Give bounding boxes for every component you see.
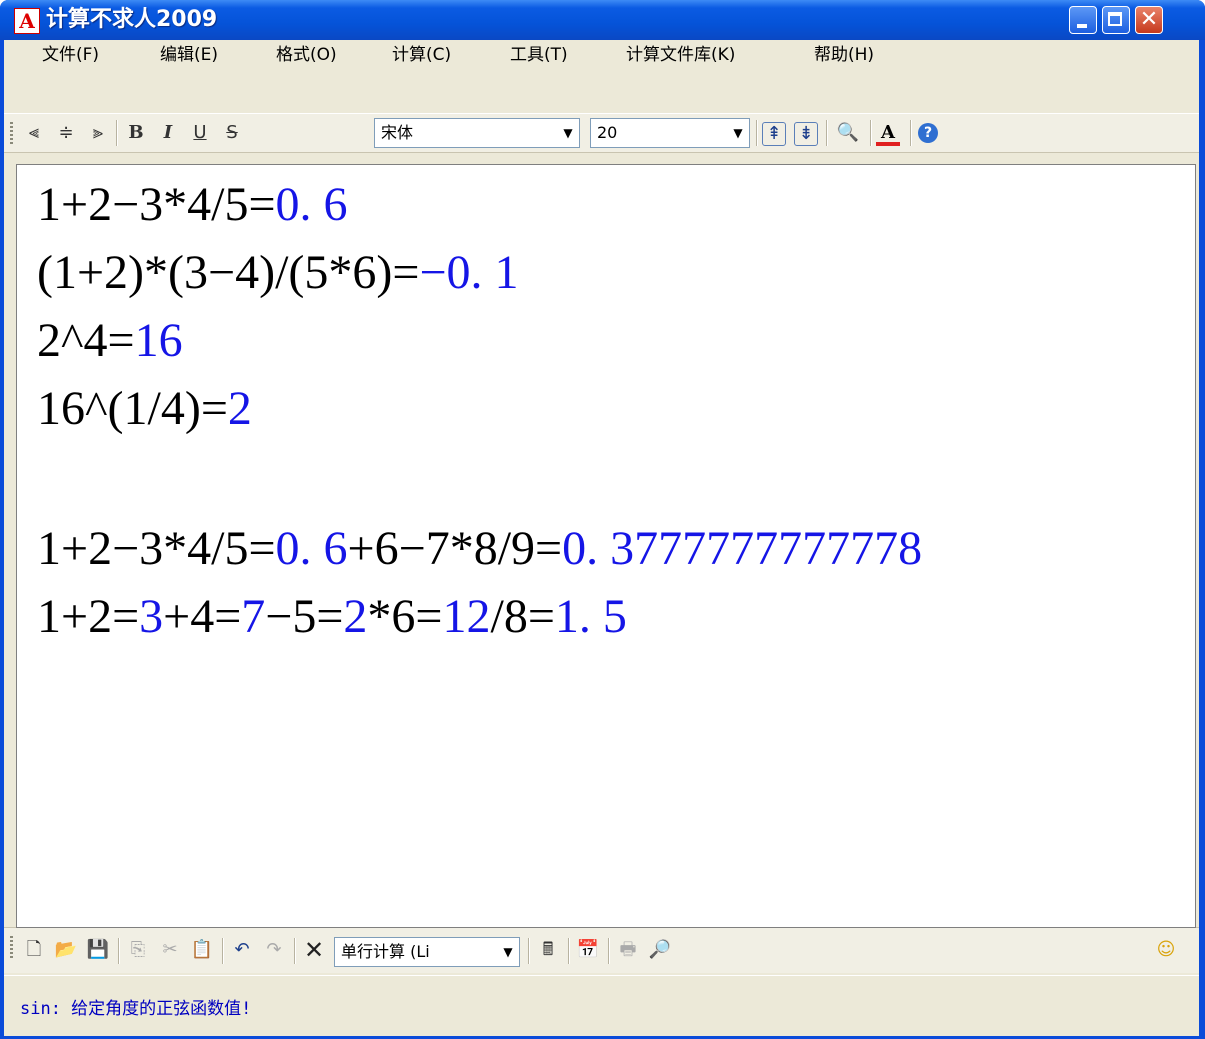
expression-result: 12 xyxy=(442,590,491,643)
expression-result: 7 xyxy=(241,590,266,643)
expression-result: 2 xyxy=(227,382,252,435)
expression-line: 1+2−3*4/5=0. 6+6−7*8/9=0. 3777777777778 xyxy=(37,521,922,581)
calc-mode-value: 单行计算 (Li xyxy=(341,942,430,961)
toolbar-separator xyxy=(568,938,570,964)
help-icon[interactable]: ? xyxy=(918,123,938,143)
align-left-icon[interactable]: ⫷ xyxy=(22,120,46,146)
strikethrough-button[interactable]: S xyxy=(220,120,244,146)
expression-result: 16 xyxy=(134,314,183,367)
window-title: 计算不求人2009 xyxy=(46,7,218,32)
close-button[interactable]: ✕ xyxy=(1135,6,1163,34)
menu-bar: 文件(F) 编辑(E) 格式(O) 计算(C) 工具(T) 计算文件库(K) 帮… xyxy=(4,40,1199,74)
save-icon[interactable]: 💾 xyxy=(86,937,110,963)
expression-result: 0. 6 xyxy=(275,178,348,231)
align-right-icon[interactable]: ⫸ xyxy=(86,120,110,146)
calculator-icon[interactable]: 🖩 xyxy=(536,937,560,963)
expression-line: 2^4=16 xyxy=(37,313,183,373)
font-size-select[interactable]: 20 ▼ xyxy=(590,118,750,148)
toolbar-separator xyxy=(118,938,120,964)
file-toolbar: 🗋 📂 💾 ⎘ ✂ 📋 ↶ ↷ ✕ 单行计算 (Li ▼ 🖩 📅 🖶 🔎 ☺ xyxy=(4,927,1199,973)
paste-icon[interactable]: 📋 xyxy=(190,937,214,963)
expression-line: 1+2−3*4/5=0. 6 xyxy=(37,177,348,237)
expression-result: 0. 3777777777778 xyxy=(562,522,923,575)
new-file-icon[interactable]: 🗋 xyxy=(22,937,46,963)
chevron-down-icon[interactable]: ▼ xyxy=(727,119,749,147)
close-icon: ✕ xyxy=(1139,7,1159,32)
expression-line: (1+2)*(3−4)/(5*6)=−0. 1 xyxy=(37,245,519,305)
expression-result: 1. 5 xyxy=(554,590,627,643)
expression-line: 1+2=3+4=7−5=2*6=12/8=1. 5 xyxy=(37,589,627,649)
minimize-button[interactable] xyxy=(1069,6,1097,34)
bold-button[interactable]: B xyxy=(124,120,148,146)
menu-edit[interactable]: 编辑(E) xyxy=(160,40,218,74)
scroll-down-icon[interactable]: ⇟ xyxy=(794,122,818,146)
expression-text: 2^4= xyxy=(37,314,135,367)
expression-text: −5= xyxy=(265,590,344,643)
expression-text: +4= xyxy=(163,590,242,643)
align-center-icon[interactable]: ≑ xyxy=(54,120,78,146)
toolbar-separator xyxy=(910,120,912,146)
menu-library[interactable]: 计算文件库(K) xyxy=(626,40,735,74)
maximize-button[interactable] xyxy=(1102,6,1130,34)
smiley-icon[interactable]: ☺ xyxy=(1154,937,1178,963)
underline-button[interactable]: U xyxy=(188,120,212,146)
menu-format[interactable]: 格式(O) xyxy=(276,40,337,74)
toolbar-grip[interactable] xyxy=(10,122,13,146)
open-folder-icon[interactable]: 📂 xyxy=(54,937,78,963)
toolbar-separator xyxy=(528,938,530,964)
expression-result: 3 xyxy=(139,590,164,643)
redo-icon[interactable]: ↷ xyxy=(262,937,286,963)
cut-icon[interactable]: ✂ xyxy=(158,937,182,963)
font-name-value: 宋体 xyxy=(381,123,414,142)
print-preview-icon[interactable]: 🔎 xyxy=(648,937,672,963)
expression-text: 1+2= xyxy=(37,590,140,643)
expression-result: −0. 1 xyxy=(419,246,519,299)
expression-text: *6= xyxy=(367,590,443,643)
toolbar-separator xyxy=(222,938,224,964)
format-toolbar: ⫷ ≑ ⫸ B I U S 宋体 ▼ 20 ▼ ⇞ ⇟ 🔍 A ? xyxy=(4,113,1199,153)
menu-compute[interactable]: 计算(C) xyxy=(392,40,451,74)
calendar-icon[interactable]: 📅 xyxy=(576,937,600,963)
expression-line: 16^(1/4)=2 xyxy=(37,381,252,441)
calc-mode-select[interactable]: 单行计算 (Li ▼ xyxy=(334,937,520,967)
toolbar-grip[interactable] xyxy=(10,936,13,960)
expression-text: 16^(1/4)= xyxy=(37,382,228,435)
toolbar-separator xyxy=(116,120,118,146)
menu-help[interactable]: 帮助(H) xyxy=(814,40,874,74)
italic-button[interactable]: I xyxy=(156,120,180,146)
expression-text: /8= xyxy=(490,590,555,643)
toolbar-separator xyxy=(870,120,872,146)
status-message: sin: 给定角度的正弦函数值! xyxy=(20,999,252,1019)
undo-icon[interactable]: ↶ xyxy=(230,937,254,963)
expression-text: (1+2)*(3−4)/(5*6)= xyxy=(37,246,420,299)
expression-text: 1+2−3*4/5= xyxy=(37,178,276,231)
toolbar-separator xyxy=(756,120,758,146)
expression-text: +6−7*8/9= xyxy=(347,522,563,575)
title-bar[interactable]: A 计算不求人2009 ✕ xyxy=(0,0,1205,40)
status-bar: sin: 给定角度的正弦函数值! xyxy=(4,975,1199,1036)
delete-icon[interactable]: ✕ xyxy=(302,937,326,963)
copy-icon[interactable]: ⎘ xyxy=(126,937,150,963)
menu-file[interactable]: 文件(F) xyxy=(42,40,99,74)
toolbar-separator xyxy=(608,938,610,964)
toolbar-separator xyxy=(294,938,296,964)
font-color-icon[interactable]: A xyxy=(876,120,900,146)
font-size-value: 20 xyxy=(597,123,618,142)
font-name-select[interactable]: 宋体 ▼ xyxy=(374,118,580,148)
scroll-up-icon[interactable]: ⇞ xyxy=(762,122,786,146)
expression-editor[interactable]: 1+2−3*4/5=0. 6 (1+2)*(3−4)/(5*6)=−0. 1 2… xyxy=(16,164,1196,928)
app-window: A 计算不求人2009 ✕ 文件(F) 编辑(E) 格式(O) 计算(C) 工具… xyxy=(0,0,1205,1039)
app-logo-icon[interactable]: A xyxy=(14,8,40,34)
expression-result: 0. 6 xyxy=(275,522,348,575)
chevron-down-icon[interactable]: ▼ xyxy=(557,119,579,147)
expression-result: 2 xyxy=(343,590,368,643)
toolbar-separator xyxy=(826,120,828,146)
chevron-down-icon[interactable]: ▼ xyxy=(497,938,519,966)
menu-tools[interactable]: 工具(T) xyxy=(510,40,568,74)
binoculars-find-icon[interactable]: 🔍 xyxy=(836,120,860,146)
expression-text: 1+2−3*4/5= xyxy=(37,522,276,575)
print-icon[interactable]: 🖶 xyxy=(616,937,640,963)
